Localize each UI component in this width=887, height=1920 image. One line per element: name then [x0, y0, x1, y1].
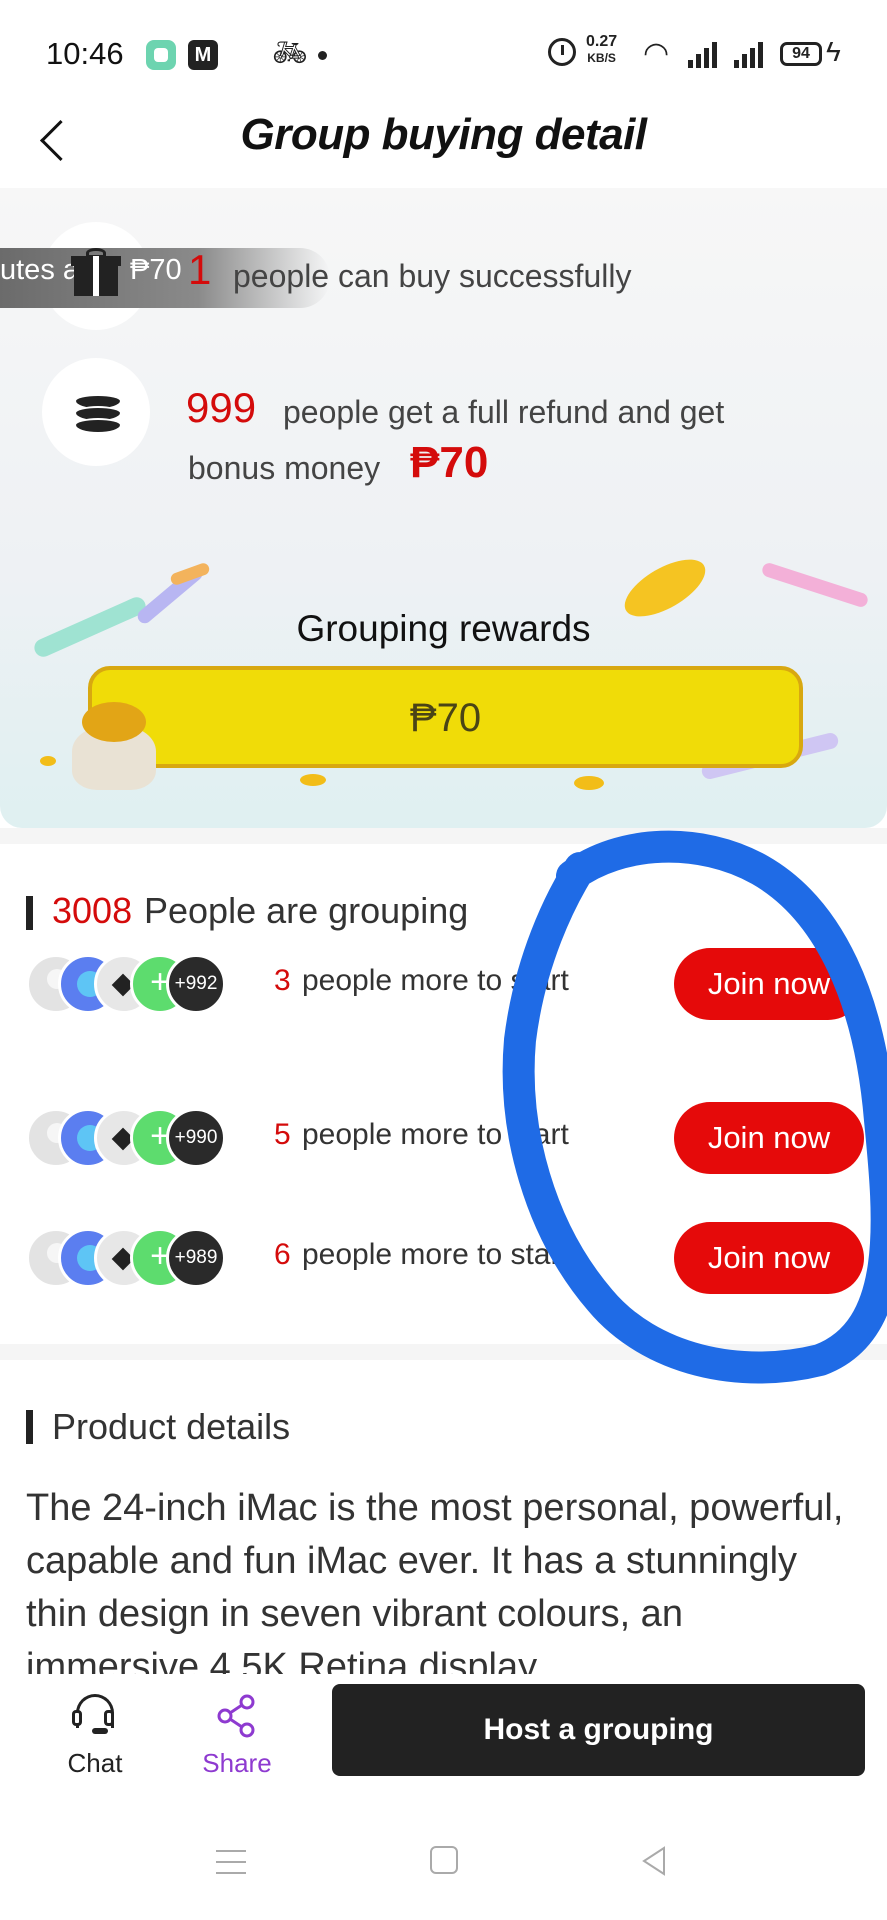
join-now-button[interactable]: Join now — [674, 1222, 864, 1294]
share-label: Share — [202, 1748, 272, 1778]
menu-icon[interactable] — [216, 1850, 246, 1874]
back-triangle-icon[interactable] — [640, 1846, 670, 1876]
share-icon — [217, 1694, 255, 1738]
signal-icon-2 — [734, 40, 768, 68]
network-speed-value: 0.27 — [586, 33, 618, 50]
people-needed-count: 6 — [274, 1238, 291, 1271]
chat-label: Chat — [67, 1748, 123, 1778]
section-divider — [0, 828, 887, 844]
bike-icon: 🚲︎ — [272, 37, 308, 68]
success-buyer-text: people can buy successfully — [233, 258, 632, 294]
grouping-label: People are grouping — [144, 890, 469, 931]
section-marker — [26, 896, 33, 930]
avatar-extra-count: +989 — [166, 1228, 226, 1288]
section-marker — [26, 1410, 33, 1444]
refund-text-2: bonus money — [188, 450, 381, 486]
people-needed-count: 3 — [274, 964, 291, 997]
notification-dot-icon — [318, 51, 327, 60]
home-icon[interactable] — [430, 1846, 458, 1874]
signal-icon — [688, 40, 722, 68]
gift-icon — [71, 248, 121, 298]
headset-icon — [72, 1694, 118, 1734]
header: Group buying detail — [0, 100, 887, 188]
ticker-price: ₱70 — [130, 254, 182, 286]
network-speed: 0.27 KB/S — [586, 34, 617, 66]
confetti-ribbon — [760, 561, 870, 609]
share-button[interactable]: Share — [192, 1688, 282, 1778]
bottom-action-bar: Chat Share Host a grouping — [0, 1674, 887, 1784]
reward-amount: ₱70 — [409, 696, 482, 740]
group-row: +989 6 people more to start Join now — [0, 1218, 887, 1298]
avatar-stack: +990 — [26, 1108, 226, 1168]
people-needed-text: people more to start — [302, 964, 569, 997]
status-time: 10:46 — [46, 36, 124, 71]
network-speed-unit: KB/S — [587, 51, 616, 65]
avatar-stack: +989 — [26, 1228, 226, 1288]
group-row: +992 3 people more to start Join now — [0, 944, 887, 1024]
join-now-button[interactable]: Join now — [674, 1102, 864, 1174]
grouping-count: 3008 — [52, 890, 133, 931]
wifi-icon: ◠ — [643, 37, 670, 70]
grouping-rewards-title: Grouping rewards — [296, 608, 591, 649]
product-details-title: Product details — [52, 1406, 291, 1447]
avatar-extra-count: +992 — [166, 954, 226, 1014]
product-description: The 24-inch iMac is the most personal, p… — [26, 1487, 844, 1674]
avatar-stack: +992 — [26, 954, 226, 1014]
system-navigation-bar — [0, 1784, 887, 1920]
success-buyer-count: 1 — [188, 246, 212, 293]
coin-decoration — [300, 774, 326, 786]
people-needed-count: 5 — [274, 1118, 291, 1151]
avatar-extra-count: +990 — [166, 1108, 226, 1168]
money-bag-icon — [64, 700, 164, 792]
coin-decoration — [40, 756, 56, 766]
join-now-button[interactable]: Join now — [674, 948, 864, 1020]
reward-amount-bar: ₱70 — [88, 666, 803, 768]
refund-count: 999 — [186, 384, 257, 431]
section-divider — [0, 1344, 887, 1360]
page-title: Group buying detail — [240, 110, 647, 159]
coin-decoration — [574, 776, 604, 790]
gmail-icon: M — [188, 40, 218, 70]
charging-icon: ϟ — [826, 36, 841, 67]
people-needed-text: people more to start — [302, 1118, 569, 1151]
app-notification-icon — [146, 40, 176, 70]
people-needed-text: people more to start — [302, 1238, 569, 1271]
chat-button[interactable]: Chat — [50, 1688, 140, 1778]
coins-icon — [76, 394, 120, 438]
refund-text: people get a full refund and get — [283, 394, 725, 430]
host-grouping-button[interactable]: Host a grouping — [332, 1684, 865, 1776]
refund-bonus: ₱70 — [410, 438, 489, 487]
reward-card: utes ago ₱70 1 people can buy successful… — [0, 188, 887, 828]
alarm-icon — [548, 38, 576, 66]
battery-icon: 94 — [780, 42, 822, 66]
group-row: +990 5 people more to start Join now — [0, 1098, 887, 1178]
status-bar: 10:46 M 🚲︎ 0.27 KB/S ◠ 94 ϟ — [0, 0, 887, 110]
